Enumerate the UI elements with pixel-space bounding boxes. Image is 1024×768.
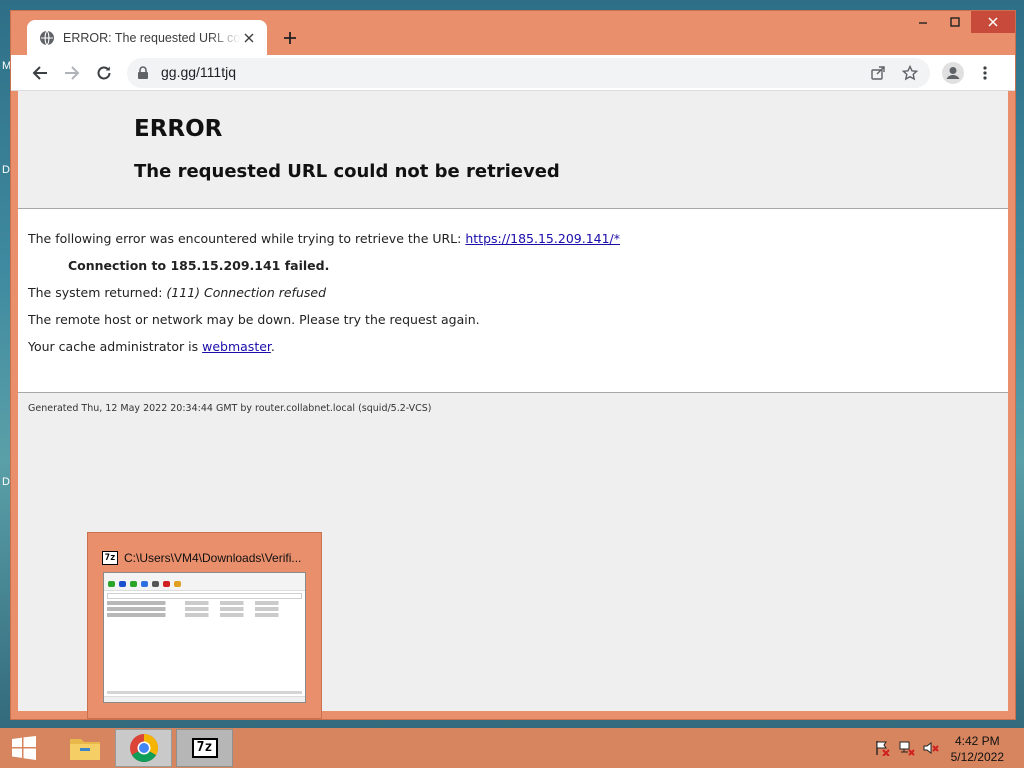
arrow-left-icon [32,66,47,80]
extract-icon [119,581,126,587]
error-header: ERROR The requested URL could not be ret… [18,91,1008,209]
globe-icon [39,30,55,46]
close-icon [988,17,998,27]
error-intro: The following error was encountered whil… [28,231,998,246]
thumbnail-statusbar [104,696,305,702]
add-icon [108,581,115,587]
preview-title: C:\Users\VM4\Downloads\Verifi... [124,551,302,565]
taskbar: 7z 4:42 PM 5/12/2022 [0,728,1024,768]
menu-button[interactable] [971,59,999,87]
star-icon[interactable] [900,63,920,83]
generated-footer: Generated Thu, 12 May 2022 20:34:44 GMT … [28,403,432,414]
volume-muted-icon[interactable] [922,740,940,756]
thumbnail-list-row [107,607,302,611]
advice-text: The remote host or network may be down. … [28,312,480,327]
7z-icon: 7z [191,738,218,758]
windows-icon [12,736,36,760]
close-window-button[interactable] [971,11,1015,33]
close-icon[interactable] [241,30,257,46]
test-icon [130,581,137,587]
requested-url-link[interactable]: https://185.15.209.141/* [465,231,620,246]
cache-admin: Your cache administrator is webmaster. [28,339,998,354]
share-icon[interactable] [868,63,888,83]
system-returned-label: The system returned: [28,285,167,300]
system-returned-message: (111) Connection refused [166,285,326,300]
error-body: The following error was encountered whil… [18,209,1008,393]
desktop-icon-label[interactable]: D [2,164,10,176]
move-icon [152,581,159,587]
profile-icon [942,62,964,84]
delete-icon [163,581,170,587]
info-icon [174,581,181,587]
maximize-button[interactable] [939,11,971,33]
preview-thumbnail[interactable] [103,572,306,703]
error-intro-text: The following error was encountered whil… [28,231,466,246]
new-tab-button[interactable] [279,27,301,49]
reload-button[interactable] [90,59,118,87]
thumbnail-list-row [107,601,302,605]
system-returned: The system returned: (111) Connection re… [28,285,998,300]
copy-icon [141,581,148,587]
clock-date: 5/12/2022 [950,750,1004,764]
taskbar-chrome[interactable] [115,729,172,767]
minimize-button[interactable] [907,11,939,33]
reload-icon [97,66,111,80]
arrow-right-icon [65,66,80,80]
page-subtitle: The requested URL could not be retrieved [134,161,560,182]
webmaster-link[interactable]: webmaster [202,339,271,354]
action-center-flag-icon[interactable] [873,740,891,756]
forward-button[interactable] [58,59,86,87]
thumbnail-path-bar [107,593,302,599]
page-title: ERROR [134,116,223,142]
back-button[interactable] [26,59,54,87]
cache-admin-suffix: . [270,339,275,354]
thumbnail-scrollbar [107,691,302,694]
lock-icon[interactable] [137,65,149,84]
plus-icon [284,32,296,44]
connection-failed-text: Connection to 185.15.209.141 failed. [68,258,330,273]
browser-toolbar: gg.gg/111tjq [11,55,1015,91]
system-clock[interactable]: 4:42 PM 5/12/2022 [951,733,1004,765]
thumbnail-toolbar [104,579,305,591]
cache-admin-label: Your cache administrator is [28,339,203,354]
7z-icon: 7z [102,551,118,565]
minimize-icon [919,22,927,24]
preview-header: 7z C:\Users\VM4\Downloads\Verifi... [102,551,301,565]
profile-button[interactable] [939,59,967,87]
tab-title: ERROR: The requested URL could not be re… [63,30,241,45]
taskbar-7zip[interactable]: 7z [176,729,233,767]
address-bar[interactable]: gg.gg/111tjq [127,58,930,88]
network-icon[interactable] [898,740,916,756]
thumbnail-list-row [107,613,302,617]
title-bar[interactable]: ERROR: The requested URL could not be re… [11,11,1015,55]
start-button[interactable] [0,728,48,768]
more-vertical-icon [983,66,987,80]
chrome-icon [129,734,158,762]
taskbar-file-explorer[interactable] [56,729,113,767]
clock-time: 4:42 PM [954,734,1000,748]
window-controls [907,11,1015,33]
maximize-icon [950,17,960,27]
folder-icon [69,739,100,760]
taskbar-preview-7zip[interactable]: 7z C:\Users\VM4\Downloads\Verifi... [87,532,322,719]
desktop-icon-label[interactable]: D [2,476,10,488]
url-text[interactable]: gg.gg/111tjq [161,64,236,80]
browser-tab[interactable]: ERROR: The requested URL could not be re… [27,20,267,55]
